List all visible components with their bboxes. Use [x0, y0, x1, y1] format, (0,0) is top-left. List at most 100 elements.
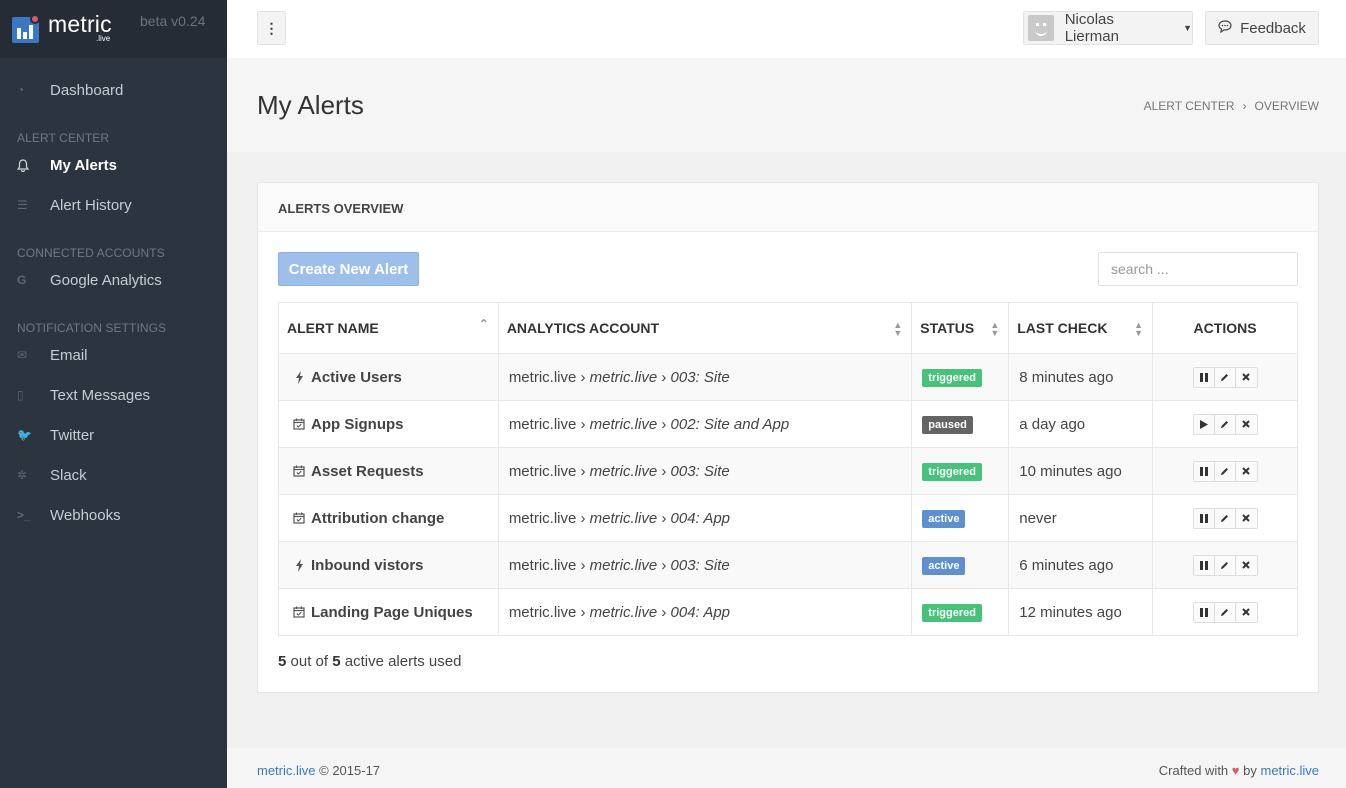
edit-button[interactable] [1214, 414, 1236, 434]
cell-status: paused [911, 400, 1010, 448]
user-menu-button[interactable]: Nicolas Lierman ▼ [1023, 11, 1193, 45]
sidebar-item-label: Email [50, 346, 88, 364]
cell-actions [1152, 541, 1298, 589]
footer-by-link[interactable]: metric.live [1260, 763, 1319, 778]
alerts-table: ALERT NAME ⌃ ANALYTICS ACCOUNT ▲ ▼ STATUS ▲ ▼… [278, 302, 1298, 636]
cell-alert-name: Attribution change [278, 494, 499, 542]
search-input[interactable] [1098, 252, 1298, 286]
sidebar-item-dashboard[interactable]: ◔ Dashboard [0, 70, 227, 110]
sidebar-item-label: Twitter [50, 426, 95, 444]
cell-analytics-account: metric.live › metric.live › 003: Site [497, 353, 913, 401]
cell-last-check: a day ago [1008, 400, 1154, 448]
calendar-icon [287, 512, 311, 524]
calendar-icon [287, 418, 311, 430]
sidebar: metric .live beta v0.24 ◔ Dashboard ALER… [0, 0, 227, 788]
sidebar-item-email[interactable]: ✉ Email [0, 335, 227, 375]
avatar [1028, 15, 1054, 41]
chevron-right-icon: › [1242, 99, 1247, 113]
column-header-status[interactable]: STATUS ▲ ▼ [911, 302, 1010, 354]
column-header-actions: ACTIONS [1152, 302, 1298, 354]
edit-button[interactable] [1214, 602, 1236, 622]
edit-button[interactable] [1214, 367, 1236, 387]
delete-button[interactable] [1235, 602, 1257, 622]
pause-button[interactable] [1193, 602, 1215, 622]
list-icon: ☰ [17, 198, 28, 212]
content: ALERTS OVERVIEW Create New Alert ALERT N… [227, 152, 1346, 748]
sidebar-item-label: Google Analytics [50, 271, 162, 289]
menu-button[interactable]: ⋮ [257, 11, 286, 45]
envelope-icon: ✉ [17, 348, 28, 362]
sort-asc-icon: ⌃ [478, 317, 489, 331]
table-row: Attribution change metric.live › metric.l… [278, 494, 1298, 542]
sidebar-item-text-messages[interactable]: ▯ Text Messages [0, 375, 227, 415]
edit-button[interactable] [1214, 461, 1236, 481]
sidebar-item-google-analytics[interactable]: G Google Analytics [0, 260, 227, 300]
create-new-alert-button[interactable]: Create New Alert [278, 252, 419, 286]
twitter-icon: 🐦 [17, 428, 32, 442]
alerts-panel: ALERTS OVERVIEW Create New Alert ALERT N… [257, 182, 1319, 693]
alert-name[interactable]: Asset Requests [311, 463, 424, 480]
phone-icon: ▯ [17, 388, 24, 402]
play-button[interactable] [1193, 414, 1215, 434]
cell-analytics-account: metric.live › metric.live › 003: Site [497, 447, 913, 495]
sidebar-item-slack[interactable]: ✲ Slack [0, 455, 227, 495]
alert-name[interactable]: Landing Page Uniques [311, 604, 473, 621]
brand-sub: .live [96, 34, 111, 43]
bolt-icon [287, 370, 311, 384]
pause-button[interactable] [1193, 461, 1215, 481]
bolt-icon [287, 558, 311, 572]
status-badge: active [922, 509, 966, 528]
edit-button[interactable] [1214, 508, 1236, 528]
delete-button[interactable] [1235, 555, 1257, 575]
page-title: My Alerts [257, 90, 364, 120]
delete-button[interactable] [1235, 414, 1257, 434]
sidebar-item-alert-history[interactable]: ☰ Alert History [0, 185, 227, 225]
cell-actions [1152, 494, 1298, 542]
pause-button[interactable] [1193, 555, 1215, 575]
dashboard-icon: ◔ [17, 83, 25, 97]
delete-button[interactable] [1235, 367, 1257, 387]
usage-total: 5 [332, 653, 341, 670]
alert-name[interactable]: Active Users [311, 369, 402, 386]
delete-button[interactable] [1235, 461, 1257, 481]
sidebar-item-label: Text Messages [50, 386, 151, 404]
topbar: ⋮ Nicolas Lierman ▼ Feedback [227, 0, 1346, 58]
pause-button[interactable] [1193, 367, 1215, 387]
column-header-last-check[interactable]: LAST CHECK ▲ ▼ [1008, 302, 1154, 354]
sidebar-item-twitter[interactable]: 🐦 Twitter [0, 415, 227, 455]
table-row: Landing Page Uniques metric.live › metric… [278, 588, 1298, 636]
alert-name[interactable]: App Signups [311, 416, 404, 433]
cell-status: active [911, 541, 1010, 589]
alert-name[interactable]: Attribution change [311, 510, 444, 527]
calendar-icon [287, 606, 311, 618]
delete-button[interactable] [1235, 508, 1257, 528]
edit-button[interactable] [1214, 555, 1236, 575]
pause-button[interactable] [1193, 508, 1215, 528]
cell-alert-name: Landing Page Uniques [278, 588, 499, 636]
column-header-analytics-account[interactable]: ANALYTICS ACCOUNT ▲ ▼ [497, 302, 913, 354]
feedback-button[interactable]: Feedback [1205, 11, 1319, 45]
status-badge: active [922, 556, 966, 575]
sidebar-item-webhooks[interactable]: >_ Webhooks [0, 495, 227, 535]
cell-last-check: 12 minutes ago [1008, 588, 1154, 636]
footer-brand-link[interactable]: metric.live [257, 763, 316, 778]
bell-icon [17, 158, 50, 172]
column-header-alert-name[interactable]: ALERT NAME ⌃ [278, 302, 499, 354]
status-badge: triggered [922, 368, 982, 387]
logo-dot-icon [30, 14, 40, 24]
heart-icon: ♥ [1231, 763, 1240, 778]
alert-name[interactable]: Inbound vistors [311, 557, 424, 574]
table-row: App Signups metric.live › metric.live › 0… [278, 400, 1298, 448]
caret-down-icon: ▼ [1183, 23, 1192, 33]
feedback-label: Feedback [1240, 19, 1306, 37]
sidebar-item-label: My Alerts [50, 156, 117, 174]
cell-actions [1152, 400, 1298, 448]
cell-alert-name: Asset Requests [278, 447, 499, 495]
breadcrumb-alert-center[interactable]: ALERT CENTER [1144, 99, 1235, 113]
cell-alert-name: App Signups [278, 400, 499, 448]
sidebar-item-my-alerts[interactable]: My Alerts [0, 145, 227, 185]
brand[interactable]: metric .live beta v0.24 [0, 0, 227, 58]
nav-section-notification-settings: NOTIFICATION SETTINGS [17, 321, 167, 335]
status-badge: triggered [922, 462, 982, 481]
cell-last-check: 8 minutes ago [1008, 353, 1154, 401]
